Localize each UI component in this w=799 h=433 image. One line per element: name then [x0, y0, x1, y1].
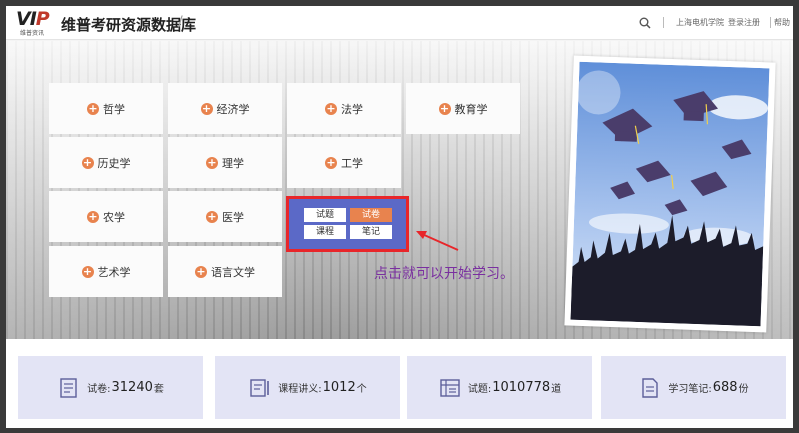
subject-tile[interactable]: + 哲学: [49, 83, 163, 134]
stat-value: 688: [712, 380, 738, 395]
pointer-arrow-icon: [416, 231, 459, 251]
subject-tile[interactable]: + 历史学: [49, 137, 163, 188]
subject-tile[interactable]: + 医学: [168, 191, 282, 242]
paper-icon: [60, 377, 77, 398]
popup-courses-button[interactable]: 课程: [304, 225, 346, 239]
site-title[interactable]: 维普考研资源数据库: [61, 14, 196, 35]
search-icon[interactable]: [639, 17, 651, 29]
stat-unit: 套: [153, 384, 164, 395]
graduation-photo: [564, 55, 776, 333]
app-frame: VIP 维普资讯 维普考研资源数据库 / 上海电机学院 登录注册 帮助 + 哲学 …: [6, 6, 793, 428]
stat-value: 1010778: [492, 380, 551, 395]
subject-tile[interactable]: + 语言文学: [168, 246, 282, 297]
question-icon: [440, 378, 460, 397]
stat-label: 试卷:: [87, 384, 111, 395]
subject-tile[interactable]: + 艺术学: [49, 246, 163, 297]
institution-link[interactable]: 上海电机学院: [676, 17, 724, 28]
notes-icon: [642, 377, 659, 398]
subject-label: 艺术学: [97, 265, 131, 279]
subject-tile[interactable]: + 农学: [49, 191, 163, 242]
header-separator: [770, 17, 771, 28]
stat-value: 1012: [322, 380, 356, 395]
plus-icon: +: [87, 209, 99, 223]
logo-subtitle: 维普资讯: [20, 30, 45, 37]
plus-icon: +: [206, 155, 218, 169]
subject-tile[interactable]: + 法学: [287, 83, 401, 134]
stats-bar: 试卷: 31240 套 课程讲义: 1012 个 试题: 1010778 道 学…: [6, 339, 793, 428]
plus-icon: +: [325, 155, 337, 169]
hint-text: 点击就可以开始学习。: [374, 266, 514, 282]
subject-tile[interactable]: + 教育学: [406, 83, 520, 134]
graduation-illustration: [570, 61, 770, 327]
help-link[interactable]: 帮助: [774, 17, 790, 28]
stat-label: 学习笔记:: [668, 384, 712, 395]
header-separator: [663, 17, 664, 28]
subject-label: 法学: [341, 102, 363, 116]
subject-label: 经济学: [216, 102, 250, 116]
plus-icon: +: [87, 101, 99, 115]
plus-icon: +: [206, 209, 218, 223]
subject-label: 工学: [341, 156, 363, 170]
stat-unit: 道: [551, 384, 562, 395]
subject-tile[interactable]: + 理学: [168, 137, 282, 188]
subject-tile[interactable]: + 经济学: [168, 83, 282, 134]
stat-card-lectures[interactable]: 课程讲义: 1012 个: [215, 356, 400, 419]
subject-label: 历史学: [97, 156, 131, 170]
plus-icon: +: [200, 101, 213, 115]
lecture-icon: [250, 378, 270, 397]
plus-icon: +: [325, 101, 337, 115]
logo-text: VIP: [16, 8, 50, 30]
vip-logo[interactable]: VIP 维普资讯: [16, 8, 60, 37]
stat-card-papers[interactable]: 试卷: 31240 套: [18, 356, 203, 419]
stat-card-questions[interactable]: 试题: 1010778 道: [407, 356, 592, 419]
stat-label: 试题:: [467, 384, 492, 395]
popup-notes-button[interactable]: 笔记: [350, 225, 392, 239]
subject-label: 哲学: [103, 102, 125, 116]
subject-label: 语言文学: [211, 265, 255, 279]
stat-unit: 份: [738, 384, 749, 395]
subject-tile[interactable]: + 工学: [287, 137, 401, 188]
plus-icon: +: [81, 155, 94, 169]
subject-label: 教育学: [454, 102, 488, 116]
top-header: VIP 维普资讯 维普考研资源数据库 / 上海电机学院 登录注册 帮助: [6, 6, 793, 40]
login-register-link[interactable]: 登录注册: [728, 17, 760, 28]
plus-icon: +: [195, 264, 207, 278]
resource-type-popup: 试题 试卷 课程 笔记: [286, 196, 409, 252]
subject-label: 医学: [222, 210, 244, 224]
subject-label: 理学: [222, 156, 244, 170]
popup-exam-papers-button[interactable]: 试卷: [350, 208, 392, 222]
title-divider: /: [178, 14, 183, 30]
popup-questions-button[interactable]: 试题: [304, 208, 346, 222]
plus-icon: +: [81, 264, 94, 278]
stat-value: 31240: [111, 380, 153, 395]
stat-unit: 个: [356, 384, 367, 395]
stat-label: 课程讲义:: [278, 384, 322, 395]
plus-icon: +: [438, 101, 451, 115]
subject-label: 农学: [103, 210, 125, 224]
stat-card-notes[interactable]: 学习笔记: 688 份: [601, 356, 786, 419]
